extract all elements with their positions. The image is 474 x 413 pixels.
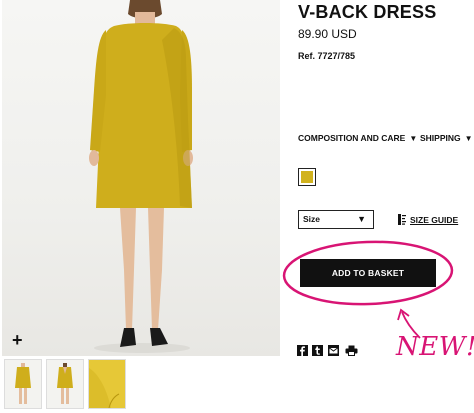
ruler-icon bbox=[398, 214, 406, 225]
size-guide-link[interactable]: SIZE GUIDE bbox=[398, 214, 458, 225]
size-select-label: Size bbox=[303, 214, 321, 224]
product-price: 89.90 USD bbox=[298, 27, 357, 41]
thumbnail-front-view[interactable] bbox=[4, 359, 42, 409]
composition-label: COMPOSITION AND CARE bbox=[298, 133, 406, 143]
thumbnail-detail-image bbox=[89, 360, 125, 408]
tumblr-icon[interactable] bbox=[312, 345, 323, 356]
product-main-image[interactable]: + bbox=[2, 0, 280, 356]
thumbnail-fabric-detail[interactable] bbox=[88, 359, 126, 409]
swatch-color bbox=[301, 171, 313, 183]
composition-and-care-link[interactable]: COMPOSITION AND CARE ▼ bbox=[298, 133, 417, 143]
thumbnail-front-image bbox=[5, 360, 41, 408]
shipping-link[interactable]: SHIPPING ▼ bbox=[420, 133, 473, 143]
zoom-button[interactable]: + bbox=[12, 331, 23, 349]
new-annotation-text: NEW! bbox=[396, 332, 474, 362]
thumbnail-back-view[interactable] bbox=[46, 359, 84, 409]
triangle-down-icon: ▼ bbox=[464, 134, 473, 143]
add-to-basket-button[interactable]: ADD TO BASKET bbox=[300, 259, 436, 287]
color-swatch-selected[interactable] bbox=[298, 168, 316, 186]
thumbnail-back-image bbox=[47, 360, 83, 408]
print-icon[interactable] bbox=[345, 345, 358, 356]
shipping-label: SHIPPING bbox=[420, 133, 461, 143]
size-select[interactable]: Size ▼ bbox=[298, 210, 374, 229]
triangle-down-icon: ▼ bbox=[409, 134, 418, 143]
product-reference: Ref. 7727/785 bbox=[298, 51, 356, 61]
product-title: V-BACK DRESS bbox=[298, 2, 437, 22]
model-in-dress-illustration bbox=[89, 0, 193, 353]
facebook-icon[interactable] bbox=[297, 345, 308, 356]
triangle-down-icon: ▼ bbox=[357, 214, 366, 224]
email-icon[interactable] bbox=[328, 345, 339, 356]
size-guide-label: SIZE GUIDE bbox=[410, 215, 459, 225]
